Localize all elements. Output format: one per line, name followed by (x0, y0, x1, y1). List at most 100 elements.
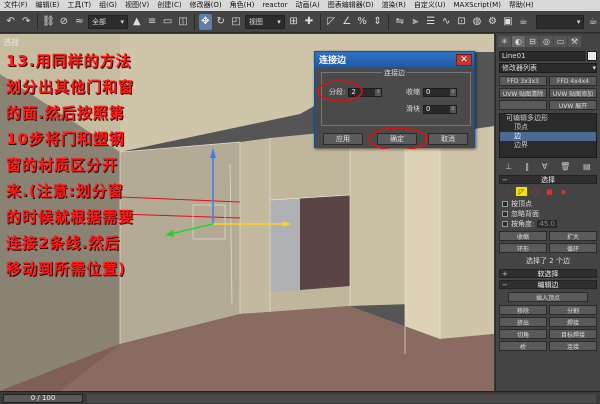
rotate-icon[interactable]: ↻ (214, 14, 227, 30)
extrude-button[interactable]: 挤出 (499, 317, 547, 327)
spinner-arrows-icon[interactable]: ⇕ (450, 105, 456, 113)
chamfer-button[interactable]: 切角 (499, 329, 547, 339)
unlink-icon[interactable]: ⊘ (57, 14, 70, 30)
motion-tab-icon[interactable]: ◎ (540, 35, 553, 47)
menu-tools[interactable]: 工具(T) (63, 0, 95, 11)
redo-icon[interactable]: ↷ (19, 14, 32, 30)
by-angle-checkbox[interactable]: 按角度: 45.0 (502, 219, 594, 228)
object-color-swatch[interactable] (587, 51, 597, 61)
reference-coord-dropdown[interactable]: 视图 ▾ (244, 14, 285, 29)
soft-selection-rollout[interactable]: + 软选择 (499, 269, 597, 278)
menu-character[interactable]: 角色(H) (226, 0, 259, 11)
create-tab-icon[interactable]: ✳ (498, 35, 511, 47)
dialog-titlebar[interactable]: 连接边 ✕ (315, 52, 474, 67)
ring-button[interactable]: 环形 (499, 243, 547, 253)
cancel-button[interactable]: 取消 (428, 133, 468, 145)
apply-button[interactable]: 应用 (323, 133, 363, 145)
viewport-label[interactable]: 透视 (3, 37, 19, 48)
border-mode-icon[interactable]: ◯ (530, 187, 541, 196)
link-icon[interactable]: ⛓ (42, 14, 55, 30)
stack-item-vertex[interactable]: 顶点 (500, 123, 596, 132)
region-select-icon[interactable]: ▭ (161, 14, 174, 30)
spinner-arrows-icon[interactable]: ⇕ (375, 88, 382, 96)
grow-button[interactable]: 扩大 (549, 231, 597, 241)
menu-rendering[interactable]: 渲染(R) (378, 0, 410, 11)
polygon-mode-icon[interactable]: ■ (544, 187, 555, 196)
menu-customize[interactable]: 自定义(U) (410, 0, 450, 11)
render-frame-icon[interactable]: ▣ (501, 14, 514, 30)
pivot-icon[interactable]: ⊞ (287, 14, 300, 30)
scale-icon[interactable]: ◰ (229, 14, 242, 30)
target-weld-button[interactable]: 目标焊接 (549, 329, 597, 339)
uvw-unwrap-button[interactable]: UVW 展开 (549, 100, 597, 110)
percent-snap-icon[interactable]: % (355, 14, 368, 30)
select-by-name-icon[interactable]: ≡ (145, 14, 158, 30)
menu-modifiers[interactable]: 修改器(O) (186, 0, 226, 11)
shrink-button[interactable]: 收缩 (499, 231, 547, 241)
move-icon[interactable]: ✥ (198, 13, 212, 30)
curve-editor-icon[interactable]: ∿ (439, 14, 452, 30)
close-icon[interactable]: ✕ (456, 53, 472, 66)
weld-button[interactable]: 焊接 (549, 317, 597, 327)
stack-item-border[interactable]: 边界 (500, 141, 596, 150)
connect-button[interactable]: 连接 (549, 341, 597, 351)
stack-item-editable-poly[interactable]: 可编辑多边形 (500, 114, 596, 123)
pin-stack-icon[interactable]: ⊥ (505, 162, 512, 171)
empty-modifier-button[interactable] (499, 100, 547, 110)
split-button[interactable]: 分割 (549, 305, 597, 315)
hierarchy-tab-icon[interactable]: ⊟ (526, 35, 539, 47)
bridge-button[interactable]: 桥 (499, 341, 547, 351)
manipulate-icon[interactable]: ✚ (302, 14, 315, 30)
window-crossing-icon[interactable]: ◫ (176, 14, 189, 30)
spinner-arrows-icon[interactable]: ⇕ (450, 88, 456, 96)
select-object-icon[interactable]: ▲ (130, 14, 143, 30)
menu-graph-editors[interactable]: 图表编辑器(D) (324, 0, 378, 11)
menu-reactor[interactable]: reactor (258, 0, 291, 11)
bind-icon[interactable]: ≈ (73, 14, 86, 30)
configure-sets-icon[interactable]: ▤ (583, 162, 591, 171)
undo-icon[interactable]: ↶ (4, 14, 17, 30)
make-unique-icon[interactable]: ∀ (542, 162, 547, 171)
stack-item-edge[interactable]: 边 (500, 132, 596, 141)
snap-icon[interactable]: ◸ (325, 14, 338, 30)
ok-button[interactable]: 确定 (377, 133, 417, 145)
object-name-field[interactable]: Line01 (499, 51, 585, 61)
uvw-add-button[interactable]: UVW 贴图添加 (549, 88, 597, 98)
selection-filter-dropdown[interactable]: 全部 ▾ (88, 14, 128, 29)
pinch-spinner[interactable]: 0 ⇕ (423, 87, 457, 97)
modify-tab-icon[interactable]: ◐ (512, 35, 525, 47)
ffd3-button[interactable]: FFD 3x3x3 (499, 76, 547, 86)
quick-render-icon[interactable]: ☕ (517, 14, 530, 30)
render-setup-icon[interactable]: ⚙ (486, 14, 499, 30)
by-vertex-checkbox[interactable]: 按顶点 (502, 199, 594, 208)
menu-create[interactable]: 创建(C) (153, 0, 185, 11)
insert-vertex-button[interactable]: 插入顶点 (508, 292, 588, 302)
angle-snap-icon[interactable]: ∠ (340, 14, 353, 30)
ignore-backfacing-checkbox[interactable]: 忽略背面 (502, 209, 594, 218)
vertex-mode-icon[interactable]: ⁙ (502, 187, 513, 196)
edge-mode-icon[interactable]: ◸ (516, 187, 527, 196)
element-mode-icon[interactable]: ◆ (558, 187, 569, 196)
utilities-tab-icon[interactable]: ⚒ (568, 35, 581, 47)
angle-value[interactable]: 45.0 (537, 219, 557, 228)
menu-views[interactable]: 视图(V) (121, 0, 153, 11)
mirror-icon[interactable]: ⇋ (393, 14, 406, 30)
menu-edit[interactable]: 编辑(E) (32, 0, 64, 11)
time-track[interactable] (87, 393, 596, 403)
ffd4-button[interactable]: FFD 4x4x4 (549, 76, 597, 86)
spinner-snap-icon[interactable]: ⇕ (371, 14, 384, 30)
slide-spinner[interactable]: 0 ⇕ (423, 104, 457, 114)
menu-group[interactable]: 组(G) (95, 0, 121, 11)
selection-rollout[interactable]: − 选择 (499, 175, 597, 184)
loop-button[interactable]: 循环 (549, 243, 597, 253)
segments-spinner[interactable]: 2 ⇕ (348, 87, 383, 97)
edit-edges-rollout[interactable]: − 编辑边 (499, 280, 597, 289)
render-preset-dropdown[interactable]: ▾ (536, 14, 585, 29)
align-icon[interactable]: ⫸ (409, 14, 422, 30)
uvw-clear-button[interactable]: UVW 贴图清除 (499, 88, 547, 98)
show-end-result-icon[interactable]: ‖ (525, 162, 529, 171)
menu-help[interactable]: 帮助(H) (505, 0, 538, 11)
render-icon[interactable]: ☕ (586, 14, 599, 30)
modifier-list-dropdown[interactable]: 修改器列表 ▾ (499, 63, 597, 73)
menu-file[interactable]: 文件(F) (0, 0, 32, 11)
